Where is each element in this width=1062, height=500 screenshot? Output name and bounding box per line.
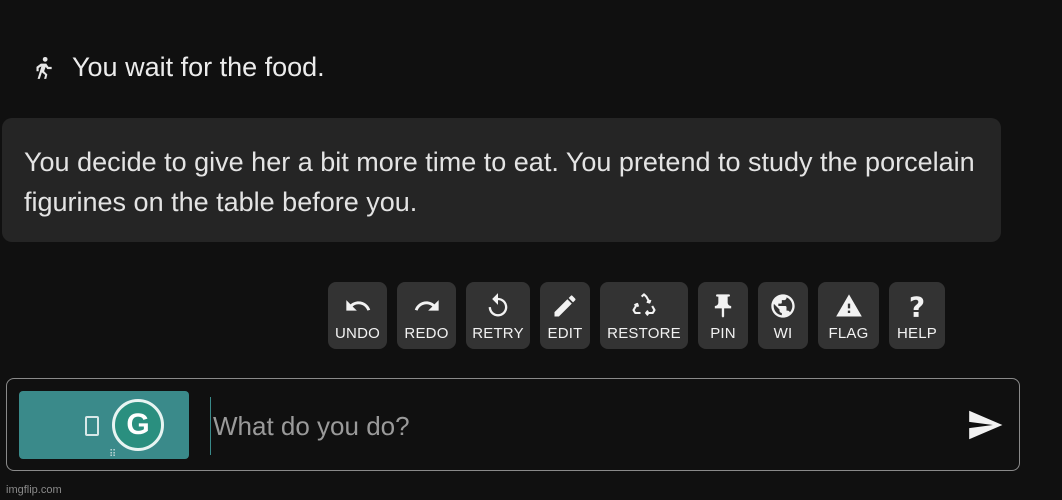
grammarly-icon[interactable]: G xyxy=(112,399,164,451)
pin-button[interactable]: PIN xyxy=(698,282,748,349)
flag-label: FLAG xyxy=(828,325,869,342)
retry-icon xyxy=(488,293,508,317)
pin-icon xyxy=(714,294,732,318)
prompt-input[interactable] xyxy=(210,397,935,455)
undo-icon xyxy=(345,300,370,311)
mode-icon xyxy=(85,416,99,436)
globe-icon xyxy=(771,294,795,318)
help-button[interactable]: ? HELP xyxy=(889,282,945,349)
undo-button[interactable]: UNDO xyxy=(328,282,387,349)
input-mode-button[interactable]: G ⠿ xyxy=(19,391,189,460)
restore-button[interactable]: RESTORE xyxy=(600,282,688,349)
send-button[interactable] xyxy=(963,403,1007,447)
undo-label: UNDO xyxy=(335,325,380,342)
watermark: imgflip.com xyxy=(6,484,62,496)
action-line: You wait for the food. xyxy=(30,52,325,83)
help-label: HELP xyxy=(897,325,937,342)
prompt-bar: G ⠿ xyxy=(6,378,1020,471)
redo-button[interactable]: REDO xyxy=(397,282,456,349)
edit-icon xyxy=(554,295,576,317)
grammarly-letter: G xyxy=(126,408,150,441)
story-box: You decide to give her a bit more time t… xyxy=(2,118,1001,242)
wi-label: WI xyxy=(773,325,793,342)
pin-label: PIN xyxy=(710,325,736,342)
retry-button[interactable]: RETRY xyxy=(466,282,530,349)
retry-label: RETRY xyxy=(472,325,524,342)
warning-icon xyxy=(835,294,862,317)
action-text: You wait for the food. xyxy=(72,52,325,82)
edit-label: EDIT xyxy=(547,325,583,342)
redo-icon xyxy=(414,300,439,311)
drag-handle-icon[interactable]: ⠿ xyxy=(109,449,116,460)
running-person-icon xyxy=(36,56,52,79)
redo-label: REDO xyxy=(404,325,449,342)
flag-button[interactable]: FLAG xyxy=(818,282,879,349)
question-icon: ? xyxy=(909,292,925,320)
story-text: You decide to give her a bit more time t… xyxy=(24,147,975,217)
action-toolbar: UNDO REDO RETRY EDIT RESTORE PIN WI FLAG… xyxy=(328,282,945,349)
svg-text:?: ? xyxy=(909,292,925,320)
send-icon xyxy=(969,410,1003,440)
wi-button[interactable]: WI xyxy=(758,282,808,349)
edit-button[interactable]: EDIT xyxy=(540,282,590,349)
recycle-icon xyxy=(632,293,656,317)
restore-label: RESTORE xyxy=(607,325,681,342)
